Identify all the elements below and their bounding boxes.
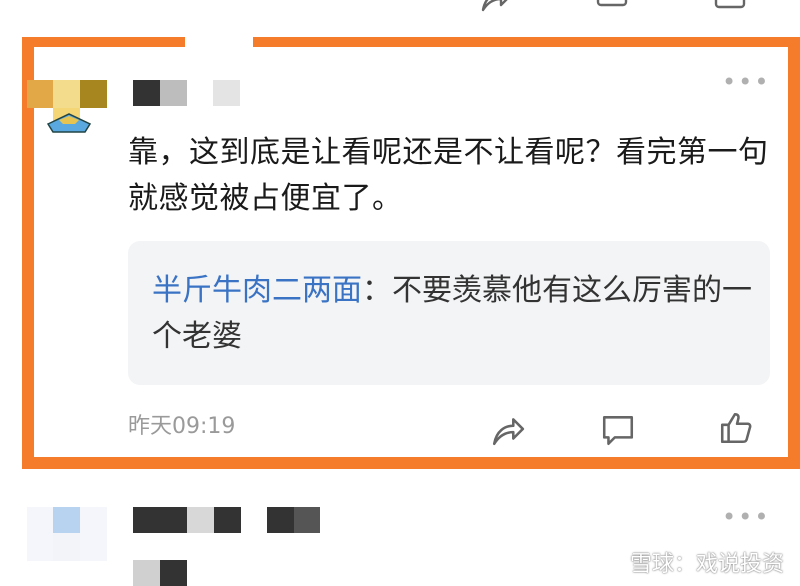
next-username[interactable] bbox=[133, 507, 323, 533]
quoted-separator: ： bbox=[362, 273, 392, 308]
comment-icon[interactable] bbox=[598, 410, 638, 450]
prev-comment-icon[interactable] bbox=[594, 0, 630, 8]
prev-share-icon[interactable] bbox=[478, 0, 514, 12]
next-avatar[interactable] bbox=[27, 507, 107, 561]
avatar[interactable] bbox=[27, 80, 107, 136]
watermark-text: 雪球：戏说投资 bbox=[629, 552, 784, 577]
quoted-author-link[interactable]: 半斤牛肉二两面 bbox=[152, 273, 362, 308]
xueqiu-logo-icon bbox=[596, 548, 624, 576]
more-dots-icon[interactable]: ••• bbox=[722, 68, 770, 96]
comment-text: 靠，这到底是让看呢还是不让看呢？看完第一句就感觉被占便宜了。 bbox=[128, 135, 769, 216]
highlight-frame-gap bbox=[185, 37, 253, 49]
quoted-reply-text: 半斤牛肉二两面：不要羡慕他有这么厉害的一个老婆 bbox=[152, 268, 752, 360]
prev-like-icon[interactable] bbox=[712, 0, 748, 9]
comment-timestamp: 昨天09:19 bbox=[128, 414, 236, 439]
username[interactable] bbox=[133, 80, 243, 106]
next-more-dots-icon[interactable]: ••• bbox=[722, 503, 770, 531]
share-icon[interactable] bbox=[488, 410, 528, 450]
watermark: 雪球：戏说投资 bbox=[596, 546, 784, 578]
like-icon[interactable] bbox=[716, 408, 756, 448]
next-comment-preview bbox=[133, 560, 193, 586]
